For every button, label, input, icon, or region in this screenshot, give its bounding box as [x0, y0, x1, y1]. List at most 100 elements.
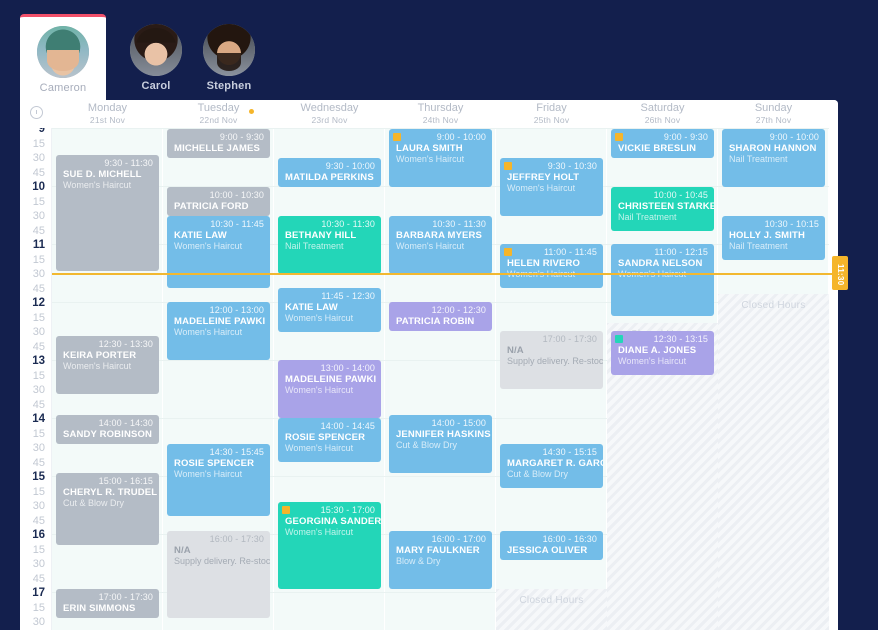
appointment-time: 17:00 - 17:30 — [542, 334, 597, 344]
day-column-wednesday[interactable]: 9:30 - 10:00 MATILDA PERKINS 10:30 - 11:30… — [274, 128, 385, 630]
hour-gridline — [274, 476, 385, 477]
day-header-monday[interactable]: Monday 21st Nov — [52, 102, 163, 125]
appointment-card[interactable]: 16:00 - 17:00 MARY FAULKNER Blow & Dry — [389, 531, 492, 589]
appointment-status-badge — [504, 248, 512, 256]
appointment-client-name: KEIRA PORTER — [63, 350, 137, 361]
appointment-card[interactable]: 10:30 - 10:15 HOLLY J. SMITH Nail Treatmen… — [722, 216, 825, 260]
appointment-service: Women's Haircut — [618, 269, 708, 280]
appointment-client-name: JEFFREY HOLT — [507, 172, 580, 183]
appointment-card[interactable]: 12:30 - 13:15 DIANE A. JONES Women's Hairc… — [611, 331, 714, 375]
appointment-service: Women's Haircut — [63, 180, 132, 190]
day-column-monday[interactable]: 9:30 - 11:30 SUE D. MICHELL Women's Haircu… — [52, 128, 163, 630]
time-tick-minute: 45 — [32, 572, 45, 585]
appointment-time: 14:30 - 15:45 — [209, 447, 264, 457]
appointment-client-name: PATRICIA ROBIN — [396, 316, 475, 327]
hour-gridline — [496, 418, 607, 419]
time-tick-minute: 30 — [32, 442, 45, 454]
appointment-time: 9:30 - 11:30 — [104, 158, 153, 168]
appointment-service: Women's Haircut — [174, 469, 243, 479]
appointment-client-name: HOLLY J. SMITH — [729, 230, 806, 241]
appointment-card[interactable]: 9:00 - 10:00 SHARON HANNON Nail Treatment — [722, 129, 825, 187]
appointment-status-badge — [504, 162, 512, 170]
appointment-card[interactable]: 9:00 - 10:00 LAURA SMITH Women's Haircut — [389, 129, 492, 187]
time-tick-minute: 45 — [32, 456, 45, 469]
appointment-card[interactable]: 12:00 - 13:00 MADELEINE PAWKI Women's Hair… — [167, 302, 270, 360]
appointment-card[interactable]: 9:30 - 11:30 SUE D. MICHELL Women's Haircu… — [56, 155, 159, 271]
day-date: 21st Nov — [89, 115, 126, 125]
appointment-card[interactable]: 16:00 - 16:30 JESSICA OLIVER — [500, 531, 603, 560]
appointment-card[interactable]: 15:00 - 16:15 CHERYL R. TRUDEL Cut & Blow … — [56, 473, 159, 545]
hour-gridline — [274, 128, 385, 129]
day-column-sunday[interactable]: Closed Hours 9:00 - 10:00 SHARON HANNON Nai… — [718, 128, 829, 630]
appointment-card[interactable]: 9:30 - 10:00 MATILDA PERKINS — [278, 158, 381, 187]
appointment-card[interactable]: 9:00 - 9:30 MICHELLE JAMES — [167, 129, 270, 158]
avatar-carol — [130, 24, 182, 76]
appointment-card[interactable]: 12:00 - 12:30 PATRICIA ROBIN — [389, 302, 492, 331]
appointment-card[interactable]: 12:30 - 13:30 KEIRA PORTER Women's Haircut — [56, 336, 159, 394]
day-column-saturday[interactable]: Closed Hours9:00 - 9:30VICKIE BRESLIN10:… — [607, 128, 718, 630]
appointment-time: 9:00 - 9:30 — [663, 132, 708, 142]
appointment-time: 9:00 - 10:00 — [436, 132, 486, 142]
appointment-card[interactable]: 14:30 - 15:45 ROSIE SPENCER Women's Haircu… — [167, 444, 270, 516]
hour-gridline — [274, 592, 385, 593]
avatar-cameron — [37, 26, 89, 78]
appointment-client-name: ROSIE SPENCER — [285, 432, 366, 443]
avatar-face — [203, 24, 255, 76]
day-column-friday[interactable]: Closed Hours 9:30 - 10:30 JEFFREY HOLT Wome… — [496, 128, 607, 630]
appointment-card[interactable]: 10:00 - 10:30 PATRICIA FORD — [167, 187, 270, 216]
appointment-card[interactable]: 15:30 - 17:00 GEORGINA SANDERS Women's Hai… — [278, 502, 381, 589]
appointment-card[interactable]: 14:00 - 14:30 SANDY ROBINSON — [56, 415, 159, 444]
appointment-card[interactable]: 11:00 - 11:45HELEN RIVEROWomen's Haircut — [500, 244, 603, 288]
hour-gridline — [52, 302, 163, 303]
appointment-client-name: MADELEINE PAWKI — [174, 316, 266, 327]
appointment-card[interactable]: 9:30 - 10:30 JEFFREY HOLT Women's Haircut — [500, 158, 603, 216]
calendar-grid[interactable]: 9 15 30 45 10 15 30 45 11 15 30 45 12 15 30 45 13 15 30 45 1… — [20, 128, 838, 630]
appointment-client-name: MARY FAULKNER — [396, 545, 480, 556]
staff-tab-cameron[interactable]: Cameron — [20, 14, 106, 104]
day-date: 24th Nov — [422, 115, 459, 125]
day-header-wednesday[interactable]: Wednesday 23rd Nov — [274, 102, 385, 125]
appointment-card[interactable]: 10:00 - 10:45 CHRISTEEN STARKEY Nail Treat… — [611, 187, 714, 231]
appointment-card[interactable]: 11:45 - 12:30 KATIE LAW Women's Haircut — [278, 288, 381, 332]
appointment-card[interactable]: 10:30 - 11:30 BARBARA MYERS Women's Haircu… — [389, 216, 492, 274]
appointment-card[interactable]: 11:00 - 12:15SANDRA NELSONWomen's Haircu… — [611, 244, 714, 316]
appointment-client-name: N/A — [174, 545, 191, 556]
appointment-card[interactable]: 16:00 - 17:30 N/A Supply delivery. Re-stoc… — [167, 531, 270, 618]
avatar-face — [130, 24, 182, 76]
appointment-card[interactable]: 17:00 - 17:30 ERIN SIMMONS — [56, 589, 159, 618]
closed-hours-label: Closed Hours — [519, 595, 584, 606]
appointment-service: Nail Treatment — [618, 212, 677, 222]
day-columns[interactable]: 9:30 - 11:30 SUE D. MICHELL Women's Haircu… — [52, 128, 838, 630]
appointment-card[interactable]: 14:00 - 14:45 ROSIE SPENCER Women's Haircu… — [278, 418, 381, 462]
appointment-service: Nail Treatment — [285, 241, 344, 251]
appointment-card[interactable]: 14:00 - 15:00 JENNIFER HASKINS Cut & Blow … — [389, 415, 492, 473]
appointment-time: 12:30 - 13:30 — [98, 339, 153, 349]
appointment-card[interactable]: 9:00 - 9:30 VICKIE BRESLIN — [611, 129, 714, 158]
day-header-saturday[interactable]: Saturday 26th Nov — [607, 102, 718, 125]
appointment-time: 15:00 - 16:15 — [98, 476, 153, 486]
appointment-card[interactable]: 10:30 - 11:30 BETHANY HILL Nail Treatment — [278, 216, 381, 274]
appointment-time: 16:00 - 17:00 — [431, 534, 486, 544]
time-tick-hour: 15 — [32, 471, 45, 483]
appointment-service: Women's Haircut — [285, 313, 354, 323]
appointment-service: Women's Haircut — [618, 356, 687, 366]
appointment-service: Cut & Blow Dry — [396, 440, 458, 450]
day-header-tuesday[interactable]: Tuesday 22nd Nov — [163, 102, 274, 125]
appointment-card[interactable]: 14:30 - 15:15MARGARET R. GARONCut & Blow… — [500, 444, 603, 488]
day-header-sunday[interactable]: Sunday 27th Nov — [718, 102, 829, 125]
appointment-service: Women's Haircut — [396, 154, 465, 164]
calendar-card: Monday 21st Nov Tuesday 22nd Nov Wednesday 23… — [20, 100, 838, 630]
day-header-friday[interactable]: Friday 25th Nov — [496, 102, 607, 125]
appointment-card[interactable]: 17:00 - 17:30 N/A Supply delivery. Re-stoc… — [500, 331, 603, 389]
appointment-service: Women's Haircut — [174, 241, 243, 251]
current-time-line — [52, 273, 838, 275]
appointment-card[interactable]: 13:00 - 14:00 MADELEINE PAWKI Women's Hair… — [278, 360, 381, 418]
appointment-card[interactable]: 10:30 - 11:45 KATIE LAW Women's Haircut — [167, 216, 270, 288]
day-column-thursday[interactable]: 9:00 - 10:00 LAURA SMITH Women's Haircut 10… — [385, 128, 496, 630]
day-header-thursday[interactable]: Thursday 24th Nov — [385, 102, 496, 125]
staff-tab-label: Cameron — [39, 82, 87, 94]
staff-tab-stephen[interactable]: Stephen — [186, 14, 272, 100]
time-tick-minute: 45 — [32, 224, 45, 237]
appointment-client-name: ERIN SIMMONS — [63, 603, 136, 614]
day-column-tuesday[interactable]: 9:00 - 9:30 MICHELLE JAMES 10:00 - 10:30 PA… — [163, 128, 274, 630]
